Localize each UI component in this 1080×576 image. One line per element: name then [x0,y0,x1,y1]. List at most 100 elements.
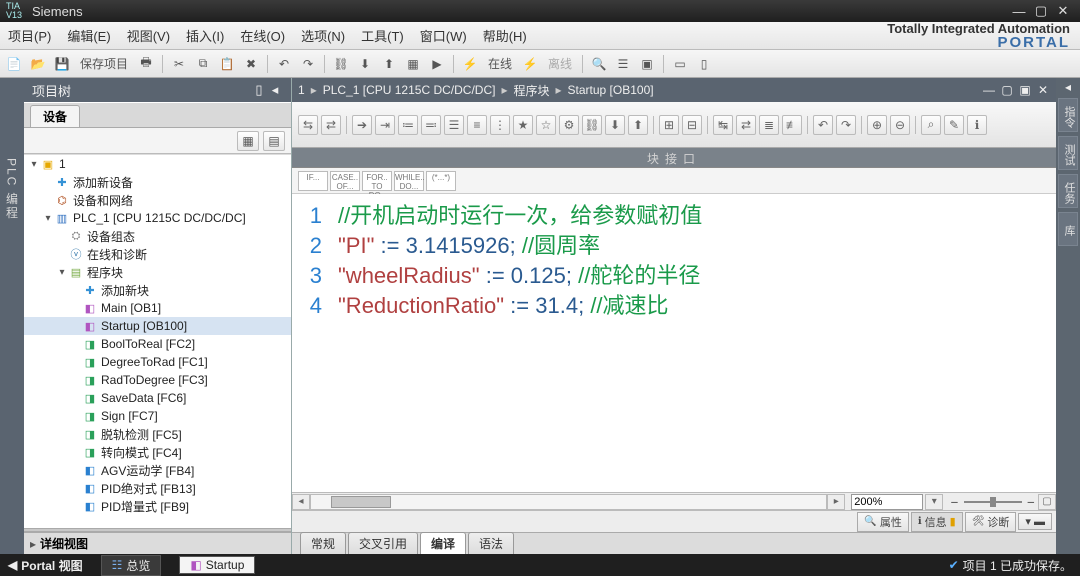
ed-tool-0[interactable]: ⇆ [298,115,318,135]
offline-label[interactable]: 离线 [544,55,576,72]
editor-winbtn-2[interactable]: ▣ [1016,83,1034,97]
ed-tool-7[interactable]: ☰ [444,115,464,135]
delete-icon[interactable]: ✖ [241,54,261,74]
scroll-thumb[interactable] [331,496,391,508]
ed-tool-22[interactable]: ≣ [759,115,779,135]
new-project-icon[interactable]: 📄 [4,54,24,74]
tree-item-add_dev[interactable]: ✚添加新设备 [24,173,291,191]
copy-icon[interactable]: ⧉ [193,54,213,74]
ed-tool-3[interactable]: ➔ [352,115,372,135]
rightrail-测试[interactable]: 测试 [1058,136,1078,170]
rightrail-指令[interactable]: 指令 [1058,98,1078,132]
bottom-tab-语法[interactable]: 语法 [468,532,514,554]
tree-item-steer[interactable]: ◨转向模式 [FC4] [24,443,291,461]
ed-tool-6[interactable]: ≕ [421,115,441,135]
tree-show-icon[interactable]: ▤ [263,131,285,151]
tree-item-booltoreal[interactable]: ◨BoolToReal [FC2] [24,335,291,353]
menu-选项(N)[interactable]: 选项(N) [293,26,353,45]
detail-view-header[interactable]: ▸ 详细视图 [24,532,291,554]
tree[interactable]: ▾▣1✚添加新设备⌬设备和网络▾▥PLC_1 [CPU 1215C DC/DC/… [24,154,291,528]
tree-item-savedata[interactable]: ◨SaveData [FC6] [24,389,291,407]
download-icon[interactable]: ⬇ [355,54,375,74]
tree-expand-icon[interactable]: ▦ [237,131,259,151]
close-button[interactable]: ✕ [1052,3,1074,19]
menu-在线(O)[interactable]: 在线(O) [232,26,293,45]
redo-icon[interactable]: ↷ [298,54,318,74]
start-icon[interactable]: ▶ [427,54,447,74]
ed-tool-9[interactable]: ⋮ [490,115,510,135]
scroll-right-icon[interactable]: ▸ [827,494,845,510]
snippet-1[interactable]: CASE.. OF... [330,171,360,191]
crumb-3[interactable]: Startup [OB100] [566,83,656,97]
online-label[interactable]: 在线 [484,55,516,72]
ed-tool-31[interactable]: ⌕ [921,115,941,135]
window-split-icon[interactable]: ▭ [670,54,690,74]
bottom-tab-常规[interactable]: 常规 [300,532,346,554]
menu-编辑(E)[interactable]: 编辑(E) [59,26,118,45]
ed-tool-12[interactable]: ⚙ [559,115,579,135]
menu-窗口(W)[interactable]: 窗口(W) [412,26,475,45]
tree-twist-icon[interactable]: ▾ [42,213,54,224]
ed-tool-21[interactable]: ⇄ [736,115,756,135]
scroll-track[interactable] [310,494,827,510]
menu-工具(T)[interactable]: 工具(T) [353,26,412,45]
tree-item-dev_cfg[interactable]: ⛭设备组态 [24,227,291,245]
upload-icon[interactable]: ⬆ [379,54,399,74]
bottom-tab-编译[interactable]: 编译 [420,532,466,554]
ed-tool-4[interactable]: ⇥ [375,115,395,135]
tree-twist-icon[interactable]: ▾ [28,159,40,170]
cut-icon[interactable]: ✂ [169,54,189,74]
rightrail-任务[interactable]: 任务 [1058,174,1078,208]
ed-tool-23[interactable]: ≢ [782,115,802,135]
ed-tool-15[interactable]: ⬆ [628,115,648,135]
info-tab-信息[interactable]: ℹ信息 ▮ [911,512,963,532]
ed-tool-20[interactable]: ↹ [713,115,733,135]
rightrail-库[interactable]: 库 [1058,212,1078,246]
tree-item-main[interactable]: ◧Main [OB1] [24,299,291,317]
zoom-dropdown-icon[interactable]: ▾ [925,494,943,510]
code-line[interactable]: 3"wheelRadius" := 0.125; //舵轮的半径 [298,258,1056,288]
info-tab-属性[interactable]: 🔍属性 [857,512,908,532]
editor-winbtn-0[interactable]: — [980,83,998,97]
tree-item-dev_net[interactable]: ⌬设备和网络 [24,191,291,209]
scroll-left-icon[interactable]: ◂ [292,494,310,510]
menu-帮助(H)[interactable]: 帮助(H) [475,26,535,45]
open-project-icon[interactable]: 📂 [28,54,48,74]
maximize-button[interactable]: ▢ [1030,3,1052,19]
code-line[interactable]: 2"PI" := 3.1415926; //圆周率 [298,228,1056,258]
ed-tool-18[interactable]: ⊟ [682,115,702,135]
tree-item-blocks[interactable]: ▾▤程序块 [24,263,291,281]
snippet-3[interactable]: WHILE.. DO... [394,171,424,191]
go-online-icon[interactable]: ⚡ [460,54,480,74]
paste-icon[interactable]: 📋 [217,54,237,74]
ed-tool-13[interactable]: ⛓ [582,115,602,135]
crumb-0[interactable]: 1 [296,83,307,97]
ed-tool-8[interactable]: ≡ [467,115,487,135]
snippet-2[interactable]: FOR.. TO DO.. [362,171,392,191]
crumb-1[interactable]: PLC_1 [CPU 1215C DC/DC/DC] [321,83,498,97]
ed-tool-26[interactable]: ↷ [836,115,856,135]
window-tile-icon[interactable]: ▯ [694,54,714,74]
status-tab-startup[interactable]: ◧ Startup [179,556,255,574]
undo-icon[interactable]: ↶ [274,54,294,74]
block-interface-bar[interactable]: 块接口 [292,148,1056,168]
tree-item-proj[interactable]: ▾▣1 [24,155,291,173]
menu-项目(P)[interactable]: 项目(P) [0,26,59,45]
info-collapse-button[interactable]: ▾ ▬ [1018,513,1052,530]
tree-item-agv[interactable]: ◧AGV运动学 [FB4] [24,461,291,479]
print-icon[interactable]: 🖶 [136,54,156,74]
crossref-icon[interactable]: ☰ [613,54,633,74]
tree-item-sign[interactable]: ◨Sign [FC7] [24,407,291,425]
code-editor[interactable]: 1//开机启动时运行一次，给参数赋初值2"PI" := 3.1415926; /… [292,194,1056,492]
bottom-tab-交叉引用[interactable]: 交叉引用 [348,532,418,554]
snippet-0[interactable]: IF... [298,171,328,191]
code-line[interactable]: 1//开机启动时运行一次，给参数赋初值 [298,198,1056,228]
tree-twist-icon[interactable]: ▾ [56,267,68,278]
ed-tool-14[interactable]: ⬇ [605,115,625,135]
ed-tool-10[interactable]: ★ [513,115,533,135]
info-tab-诊断[interactable]: 🛠诊断 [965,512,1017,532]
tree-item-degtorad[interactable]: ◨DegreeToRad [FC1] [24,353,291,371]
save-icon[interactable]: 💾 [52,54,72,74]
compare-icon[interactable]: ▣ [637,54,657,74]
tree-item-online_diag[interactable]: ⓥ在线和诊断 [24,245,291,263]
